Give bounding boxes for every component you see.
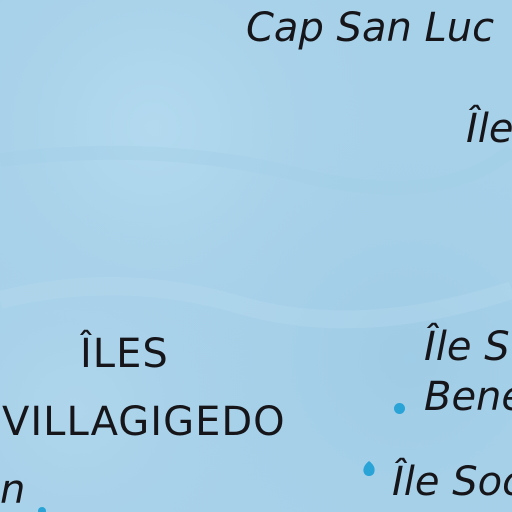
island-san-benedicto-marker[interactable] [394,403,405,414]
label-iles-revillagigedo-line1: ÎLES [80,331,169,377]
label-ile-san-benedicto-line2: Bene [424,374,512,420]
label-ile-san-benedicto-line1: Île S [424,324,510,370]
label-cap-san-lucas: Cap San Luc [246,5,495,51]
map-view[interactable]: Cap San Luc Île ÎLES VILLAGIGEDO Île S B… [0,0,512,512]
island-partial-marker[interactable] [38,507,46,512]
label-partial-left: n [0,467,26,512]
label-iles-revillagigedo-line2: VILLAGIGEDO [2,399,286,445]
label-ile-top-right: Île [466,106,512,152]
label-ile-socorro: Île Soc [392,459,512,505]
island-socorro-marker[interactable] [361,460,377,478]
